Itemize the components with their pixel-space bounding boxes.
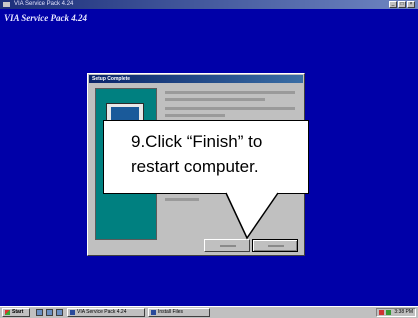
callout-line-1: 9.Click “Finish” to [131, 132, 263, 151]
system-tray: 3:38 PM [376, 308, 416, 317]
back-button[interactable] [204, 239, 250, 252]
maximize-button[interactable]: □ [398, 1, 406, 8]
clock: 3:38 PM [394, 309, 413, 315]
finish-button[interactable] [252, 239, 298, 252]
desktop-screen: VIA Service Pack 4.24 _ □ × VIA Service … [0, 0, 418, 318]
minimize-button[interactable]: _ [389, 1, 397, 8]
tray-network-icon[interactable] [386, 310, 391, 315]
taskbar: Start VIA Service Pack 4.24 Install File… [0, 306, 418, 318]
tray-volume-icon[interactable] [379, 310, 384, 315]
dialog-text-line [165, 98, 265, 101]
start-label: Start [12, 309, 24, 315]
back-button-label [220, 245, 236, 247]
quick-launch-channels-icon[interactable] [56, 309, 63, 316]
quick-launch-browser-icon[interactable] [46, 309, 53, 316]
window-controls: _ □ × [389, 1, 415, 8]
dialog-text-line [165, 198, 199, 201]
setup-icon [151, 310, 156, 315]
finish-button-label [268, 245, 284, 247]
instruction-callout: 9.Click “Finish” to restart computer. [103, 120, 309, 194]
quick-launch-desktop-icon[interactable] [36, 309, 43, 316]
dialog-text-line [165, 107, 295, 110]
windows-logo-icon [5, 310, 10, 315]
callout-line-2: restart computer. [131, 157, 259, 176]
installer-banner: VIA Service Pack 4.24 [4, 13, 87, 23]
taskbar-item-label: Install Files [158, 309, 184, 315]
installer-icon [70, 310, 75, 315]
taskbar-item-service-pack[interactable]: VIA Service Pack 4.24 [67, 308, 145, 317]
start-button[interactable]: Start [2, 308, 30, 317]
window-titlebar[interactable]: VIA Service Pack 4.24 _ □ × [0, 0, 418, 9]
dialog-text-line [165, 91, 295, 94]
window-title: VIA Service Pack 4.24 [14, 1, 74, 7]
dialog-titlebar[interactable]: Setup Complete [89, 75, 303, 83]
app-icon [3, 2, 10, 7]
dialog-title: Setup Complete [92, 76, 131, 82]
close-button[interactable]: × [407, 1, 415, 8]
taskbar-item-install-files[interactable]: Install Files [148, 308, 210, 317]
taskbar-item-label: VIA Service Pack 4.24 [77, 309, 127, 315]
dialog-text-line [165, 114, 225, 117]
